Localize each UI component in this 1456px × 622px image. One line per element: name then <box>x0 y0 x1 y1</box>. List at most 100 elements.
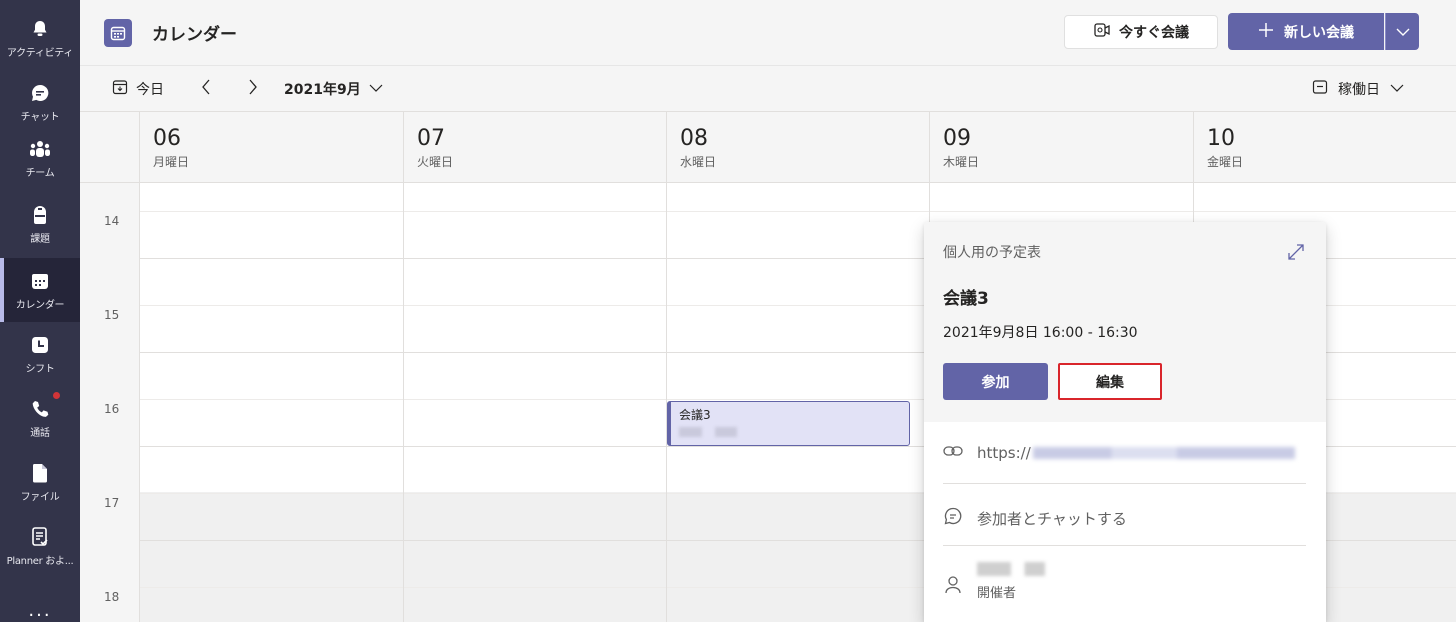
file-icon <box>29 462 51 484</box>
day-number: 10 <box>1207 126 1235 151</box>
rail-item-label: カレンダー <box>15 299 65 311</box>
app-rail: アクティビティ チャット チーム 課題 カレンダー シフト 通話 ファイル Pl… <box>0 0 80 622</box>
day-header-friday[interactable]: 10 金曜日 <box>1193 112 1456 183</box>
day-name: 金曜日 <box>1207 155 1244 169</box>
organizer-role: 開催者 <box>977 586 1017 601</box>
organizer-row: 開催者 <box>943 562 1306 601</box>
hour-label: 14 <box>104 214 120 228</box>
event-details-popup: 個人用の予定表 会議3 2021年9月8日 16:00 - 16:30 参加 編… <box>924 222 1326 622</box>
rail-item-label: ファイル <box>20 491 60 503</box>
organizer-name-redacted <box>977 562 1045 576</box>
meet-now-label: 今すぐ会議 <box>1119 25 1189 41</box>
edit-button[interactable]: 編集 <box>1058 363 1162 400</box>
day-column-tuesday[interactable] <box>403 183 666 622</box>
time-gutter: 14 15 16 17 18 <box>80 183 139 622</box>
view-label: 稼働日 <box>1338 82 1380 98</box>
view-switcher[interactable]: 稼働日 <box>1312 79 1404 99</box>
rail-item-label: チャット <box>20 111 60 123</box>
rail-item-calendar[interactable]: カレンダー <box>0 258 80 322</box>
rail-item-chat[interactable]: チャット <box>0 70 80 134</box>
calendar-icon <box>29 270 51 292</box>
day-number: 08 <box>680 126 708 151</box>
hour-label: 16 <box>104 402 120 416</box>
chevron-down-icon <box>1396 22 1410 41</box>
rail-item-label: チーム <box>25 167 55 179</box>
chat-icon <box>29 82 51 104</box>
calendar-app-icon <box>104 19 132 47</box>
meeting-link-redacted <box>1032 447 1295 459</box>
rail-item-planner[interactable]: Planner およ... <box>0 514 80 578</box>
notification-badge <box>53 392 60 399</box>
chevron-right-icon <box>248 79 258 99</box>
event-datetime: 2021年9月8日 16:00 - 16:30 <box>943 325 1138 341</box>
day-name: 木曜日 <box>943 155 980 169</box>
phone-icon <box>29 398 51 420</box>
rail-item-files[interactable]: ファイル <box>0 450 80 514</box>
day-header-monday[interactable]: 06 月曜日 <box>139 112 403 183</box>
chevron-down-icon <box>369 81 383 97</box>
today-label: 今日 <box>136 82 164 98</box>
calendar-toolbar: 今日 2021年9月 稼働日 <box>80 66 1456 112</box>
rail-item-assignments[interactable]: 課題 <box>0 192 80 256</box>
join-button[interactable]: 参加 <box>943 363 1048 400</box>
day-header-tuesday[interactable]: 07 火曜日 <box>403 112 666 183</box>
meeting-link-prefix: https:// <box>977 444 1031 462</box>
chat-icon <box>943 506 963 530</box>
rail-item-label: シフト <box>25 363 55 375</box>
rail-item-activity[interactable]: アクティビティ <box>0 6 80 70</box>
expand-icon <box>1286 244 1306 266</box>
plus-icon <box>1258 22 1274 42</box>
day-header-thursday[interactable]: 09 木曜日 <box>929 112 1193 183</box>
calendar-today-icon <box>112 79 128 99</box>
rail-item-calls[interactable]: 通話 <box>0 386 80 450</box>
event-title: 会議3 <box>679 408 711 422</box>
day-header-row: 06 月曜日 07 火曜日 08 水曜日 09 木曜日 10 金曜日 <box>80 112 1456 183</box>
event-organizer-redacted <box>679 427 737 437</box>
rail-item-label: アクティビティ <box>6 47 74 59</box>
chat-with-participants-label: 参加者とチャットする <box>977 509 1127 528</box>
previous-week-button[interactable] <box>196 77 216 101</box>
day-column-monday[interactable] <box>139 183 403 622</box>
video-camera-icon <box>1093 21 1111 43</box>
new-meeting-dropdown-button[interactable] <box>1385 13 1419 50</box>
day-number: 06 <box>153 126 181 151</box>
chevron-left-icon <box>201 79 211 99</box>
chat-with-participants-row[interactable]: 参加者とチャットする <box>943 506 1306 530</box>
view-icon <box>1312 79 1328 99</box>
today-button[interactable]: 今日 <box>112 79 164 99</box>
hour-label: 18 <box>104 590 120 604</box>
meet-now-button[interactable]: 今すぐ会議 <box>1064 15 1218 49</box>
expand-button[interactable] <box>1286 242 1306 262</box>
rail-item-shifts[interactable]: シフト <box>0 322 80 386</box>
day-name: 火曜日 <box>417 155 454 169</box>
month-label: 2021年9月 <box>284 82 361 98</box>
planner-icon <box>29 526 51 548</box>
teams-icon <box>29 138 51 160</box>
rail-item-label: 通話 <box>30 427 50 439</box>
page-title: カレンダー <box>152 25 237 45</box>
event-title: 会議3 <box>943 289 989 309</box>
rail-item-label: 課題 <box>30 233 50 245</box>
calendar-name: 個人用の予定表 <box>943 245 1041 261</box>
day-number: 07 <box>417 126 445 151</box>
bell-icon <box>29 18 51 40</box>
meeting-link-row[interactable]: https:// <box>943 444 1306 462</box>
person-icon <box>943 574 963 600</box>
new-meeting-label: 新しい会議 <box>1284 24 1354 41</box>
rail-item-label: Planner およ... <box>6 555 74 567</box>
hour-label: 15 <box>104 308 120 322</box>
day-name: 水曜日 <box>680 155 717 169</box>
calendar-event[interactable]: 会議3 <box>667 401 910 446</box>
app-header: カレンダー 今すぐ会議 新しい会議 <box>80 0 1456 66</box>
next-week-button[interactable] <box>243 77 263 101</box>
new-meeting-button[interactable]: 新しい会議 <box>1228 13 1384 50</box>
month-picker[interactable]: 2021年9月 <box>284 79 383 99</box>
link-icon <box>943 444 963 462</box>
more-apps-button[interactable]: ... <box>0 600 80 621</box>
day-name: 月曜日 <box>153 155 190 169</box>
backpack-icon <box>29 204 51 226</box>
clock-icon <box>29 334 51 356</box>
day-header-wednesday[interactable]: 08 水曜日 <box>666 112 929 183</box>
hour-label: 17 <box>104 496 120 510</box>
rail-item-teams[interactable]: チーム <box>0 126 80 190</box>
